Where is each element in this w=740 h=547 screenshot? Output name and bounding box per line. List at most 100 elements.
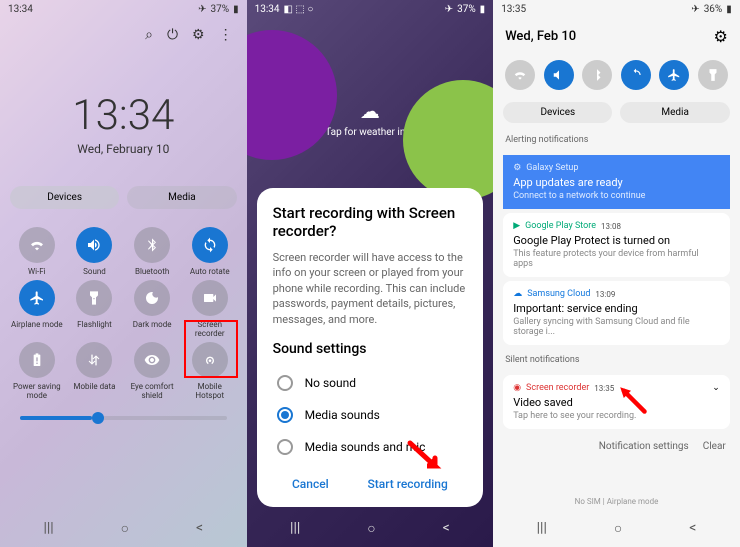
notif-header: Wed, Feb 10 ⚙	[493, 19, 740, 54]
notif-play-store[interactable]: ▶Google Play Store13:08 Google Play Prot…	[503, 213, 730, 277]
phone-dialog: 13:34◧ ⬚ ○ ✈37%▮ ☁ Tap for weather info …	[247, 0, 494, 547]
battery-text: 36%	[704, 4, 723, 15]
notif-samsung-cloud[interactable]: ☁Samsung Cloud13:09 Important: service e…	[503, 281, 730, 345]
notification-settings-link[interactable]: Notification settings	[599, 441, 689, 452]
rotate-icon	[202, 237, 218, 253]
record-icon	[202, 290, 218, 306]
gear-icon: ⚙	[513, 163, 521, 173]
nav-home[interactable]: ○	[367, 520, 375, 537]
qs-rotate[interactable]	[621, 60, 651, 90]
device-media-tabs: Devices Media	[503, 102, 730, 123]
dialog-title: Start recording with Screen recorder?	[273, 204, 468, 240]
qs-flashlight[interactable]: Flashlight	[68, 280, 122, 338]
battery-icon: ▮	[480, 4, 486, 15]
qs-screen-recorder[interactable]: Screen recorder	[183, 280, 237, 338]
play-icon: ▶	[513, 221, 520, 231]
quick-settings-grid: Wi-Fi Sound Bluetooth Auto rotate Airpla…	[0, 219, 247, 408]
device-media-tabs: Devices Media	[10, 186, 237, 209]
nav-recent[interactable]: |||	[43, 520, 53, 537]
wifi-icon	[29, 237, 45, 253]
silent-header: Silent notifications	[493, 349, 740, 371]
airplane-icon	[667, 68, 681, 82]
top-actions: ⌕ ⏻ ⚙ ⋮	[0, 19, 247, 51]
qs-bluetooth[interactable]: Bluetooth	[125, 227, 179, 276]
qs-airplane[interactable]: Airplane mode	[10, 280, 64, 338]
cancel-button[interactable]: Cancel	[292, 477, 329, 491]
tab-devices[interactable]: Devices	[503, 102, 612, 123]
power-icon[interactable]: ⏻	[167, 27, 178, 43]
qs-wifi[interactable]: Wi-Fi	[10, 227, 64, 276]
nav-bar: ||| ○ <	[493, 510, 740, 547]
flash-icon	[706, 68, 720, 82]
qs-darkmode[interactable]: Dark mode	[125, 280, 179, 338]
notif-footer: Notification settings Clear	[493, 433, 740, 460]
battery-text: 37%	[457, 4, 476, 15]
clock-time: 13:34	[0, 91, 247, 140]
sound-icon	[552, 68, 566, 82]
status-time: 13:34	[255, 4, 280, 15]
dialog-body: Screen recorder will have access to the …	[273, 250, 468, 327]
nav-back[interactable]: <	[443, 520, 450, 537]
qs-sound[interactable]: Sound	[68, 227, 122, 276]
sound-settings-title: Sound settings	[273, 341, 468, 357]
nav-bar: ||| ○ <	[247, 510, 494, 547]
nav-recent[interactable]: |||	[290, 520, 300, 537]
clock-date: Wed, February 10	[0, 142, 247, 156]
radio-media-mic[interactable]: Media sounds and mic	[273, 431, 468, 463]
status-icons: ◧ ⬚ ○	[284, 4, 314, 15]
nav-recent[interactable]: |||	[537, 520, 547, 537]
phone-quicksettings: 13:34 ✈ 37% ▮ ⌕ ⏻ ⚙ ⋮ 13:34 Wed, Februar…	[0, 0, 247, 547]
clear-button[interactable]: Clear	[703, 441, 726, 452]
sound-icon	[86, 237, 102, 253]
qs-sound[interactable]	[544, 60, 574, 90]
qs-airplane[interactable]	[659, 60, 689, 90]
qs-bluetooth[interactable]	[582, 60, 612, 90]
rotate-icon	[629, 68, 643, 82]
brightness-slider[interactable]	[20, 416, 227, 420]
more-icon[interactable]: ⋮	[219, 27, 233, 43]
qs-wifi[interactable]	[505, 60, 535, 90]
start-recording-button[interactable]: Start recording	[367, 477, 447, 491]
tab-devices[interactable]: Devices	[10, 186, 119, 209]
phone-notifications: 13:35 ✈36%▮ Wed, Feb 10 ⚙ Devices Media …	[493, 0, 740, 547]
notif-screen-recorder[interactable]: ◉Screen recorder13:35⌄ Video saved Tap h…	[503, 375, 730, 429]
chevron-down-icon[interactable]: ⌄	[712, 383, 720, 393]
qs-powersaving[interactable]: Power saving mode	[10, 342, 64, 400]
status-bar: 13:34◧ ⬚ ○ ✈37%▮	[247, 0, 494, 19]
search-icon[interactable]: ⌕	[145, 27, 153, 43]
status-bar: 13:34 ✈ 37% ▮	[0, 0, 247, 19]
alerting-header: Alerting notifications	[493, 129, 740, 151]
nav-home[interactable]: ○	[614, 520, 622, 537]
nav-back[interactable]: <	[196, 520, 203, 537]
nav-back[interactable]: <	[689, 520, 696, 537]
radio-no-sound[interactable]: No sound	[273, 367, 468, 399]
qs-rotate[interactable]: Auto rotate	[183, 227, 237, 276]
flash-icon	[86, 290, 102, 306]
battery-icon: ▮	[726, 4, 732, 15]
status-bar: 13:35 ✈ 36%▮	[493, 0, 740, 19]
nav-bar: ||| ○ <	[0, 510, 247, 547]
data-icon	[86, 352, 102, 368]
hotspot-icon	[202, 352, 218, 368]
nav-home[interactable]: ○	[121, 520, 129, 537]
dark-icon	[144, 290, 160, 306]
bluetooth-icon	[144, 237, 160, 253]
gear-icon[interactable]: ⚙	[713, 27, 727, 46]
battery-text: 37%	[211, 4, 230, 15]
record-icon: ◉	[513, 383, 521, 393]
notif-galaxy-setup[interactable]: ⚙Galaxy Setup App updates are ready Conn…	[503, 155, 730, 209]
tab-media[interactable]: Media	[620, 102, 729, 123]
gear-icon[interactable]: ⚙	[192, 27, 205, 43]
qs-eyecomfort[interactable]: Eye comfort shield	[125, 342, 179, 400]
clock: 13:34 Wed, February 10	[0, 91, 247, 156]
qs-flashlight[interactable]	[698, 60, 728, 90]
qs-mobiledata[interactable]: Mobile data	[68, 342, 122, 400]
status-footer: No SIM | Airplane mode	[493, 494, 740, 509]
qs-hotspot[interactable]: Mobile Hotspot	[183, 342, 237, 400]
radio-media-sounds[interactable]: Media sounds	[273, 399, 468, 431]
status-time: 13:35	[501, 4, 526, 15]
cloud-icon: ☁	[513, 289, 522, 299]
tab-media[interactable]: Media	[127, 186, 236, 209]
airplane-icon: ✈	[691, 4, 699, 15]
notif-date: Wed, Feb 10	[505, 29, 576, 44]
